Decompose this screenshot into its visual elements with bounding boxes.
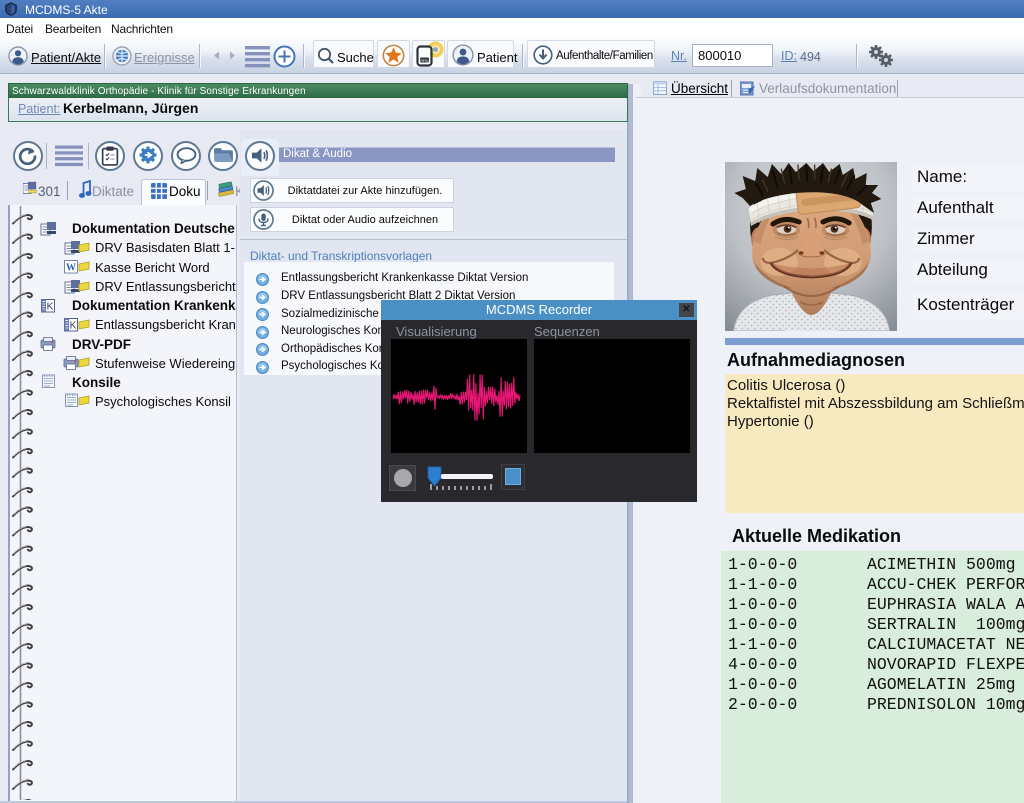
svg-text:RFID: RFID: [420, 59, 429, 63]
